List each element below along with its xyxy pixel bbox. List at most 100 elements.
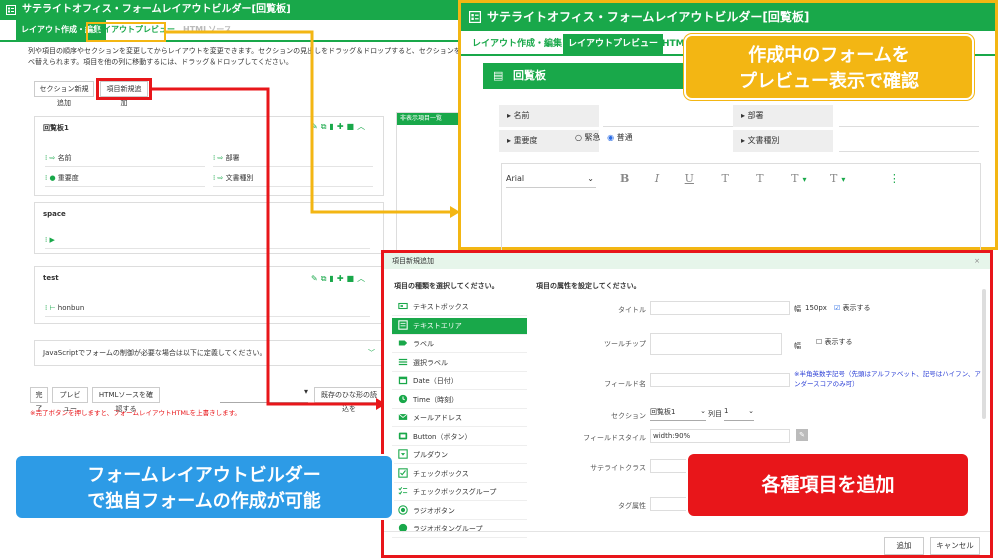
item-type-label: メールアドレス [413,414,462,422]
textbox-icon [398,302,408,310]
item-type-option[interactable]: Time（時刻） [392,392,527,409]
section-label: セクション [611,412,646,420]
column-select[interactable]: 1 ⌄ [724,407,754,421]
font-select[interactable]: Arial ⌄ [506,170,596,188]
field-name-input[interactable] [650,373,790,387]
calendar-icon [398,376,408,385]
checkbox-label: 表示する [824,338,853,346]
close-icon[interactable]: × [974,253,980,269]
cancel-button[interactable]: キャンセル [930,537,980,555]
title-label: タイトル [618,306,646,314]
bg-color-icon[interactable]: T [830,172,837,185]
class-label: サテライトクラス [590,464,646,472]
preview-title: サテライトオフィス・フォームレイアウトビルダー[回覧板] [487,10,810,24]
radio-label: 緊急 [584,133,601,142]
field-name-label: フィールド名 [604,380,646,388]
dept-input[interactable] [839,105,979,127]
builder-callout: フォームレイアウトビルダー で独自フォームの作成が可能 [14,454,394,520]
show-title-checkbox[interactable]: ☑ 表示する [834,303,871,313]
clock-icon [398,394,408,403]
item-type-option[interactable]: テキストボックス [392,299,527,316]
item-type-label: チェックボックス [413,469,469,478]
item-type-label: ラベル [413,340,434,348]
font-color-icon[interactable]: T [791,172,798,185]
column-label: 列目 [708,410,722,418]
rich-text-editor[interactable]: Arial ⌄ B I U T T T ▾ T ▾ ⋮ [501,163,981,253]
radio-normal[interactable]: ◉ 普通 [607,133,633,142]
item-type-option[interactable]: ラベル [392,336,527,353]
form-icon [469,11,481,23]
item-type-option[interactable]: 選択ラベル [392,355,527,372]
edit-style-icon[interactable]: ✎ [796,429,808,441]
list-icon [398,358,408,365]
item-type-option[interactable]: Date（日付） [392,373,527,390]
callout-line: フォームレイアウトビルダー [87,465,321,486]
dialog-scrollbar[interactable] [982,289,986,419]
item-type-option[interactable]: プルダウン [392,447,527,464]
width-value[interactable]: 150px [805,304,827,312]
item-type-option[interactable]: チェックボックス [392,466,527,483]
props-heading: 項目の属性を設定してください。 [536,282,641,290]
section-select[interactable]: 回覧板1 ⌄ [650,407,706,421]
dialog-title: 項目新規追加 [392,257,434,265]
field-label-name: ▸ 名前 [499,105,599,127]
tooltip-input[interactable] [650,333,782,355]
show-tooltip-checkbox[interactable]: ☐ 表示する [816,337,853,347]
mail-icon [398,413,408,420]
item-type-option[interactable]: Button（ボタン） [392,429,527,446]
doctype-input[interactable] [839,130,979,152]
style-input[interactable]: width:90% [650,429,790,443]
superscript-icon[interactable]: T [721,172,728,185]
form-title: 回覧板 [513,69,546,82]
underline-icon[interactable]: U [685,172,694,185]
item-type-label: Button（ボタン） [413,432,472,441]
tab-layout-edit[interactable]: レイアウト作成・編集 [467,34,567,54]
italic-icon[interactable]: I [655,172,659,185]
checkbox-icon [398,467,408,478]
label-text: 文書種別 [747,136,780,145]
item-type-option[interactable]: テキストエリア [392,317,527,335]
priority-radio-group: ○ 緊急 ◉ 普通 [575,132,633,143]
field-name-note: ※半角英数字記号（先頭はアルファベット、記号はハイフン、アンダースコアのみ可） [794,370,981,388]
item-type-label: テキストエリア [413,321,462,330]
field-label-dept: ▸ 部署 [733,105,833,127]
preview-title-bar: サテライトオフィス・フォームレイアウトビルダー[回覧板] [461,3,995,31]
tooltip-label: ツールチップ [604,340,646,348]
style-label: フィールドスタイル [583,434,646,442]
callout-line: で独自フォームの作成が可能 [87,491,321,512]
textarea-icon [398,319,408,330]
name-input[interactable] [603,105,733,127]
item-type-label: Time（時刻） [413,395,459,404]
width-label: 幅 [794,305,801,313]
dialog-footer-divider [384,531,990,532]
preview-callout: 作成中のフォームを プレビュー表示で確認 [684,34,974,100]
radio-icon [398,504,408,515]
item-type-option[interactable]: チェックボックスグループ [392,484,527,501]
radio-urgent[interactable]: ○ 緊急 [575,133,601,142]
editor-toolbar: B I U T T T ▾ T ▾ ⋮ [620,172,900,185]
subscript-icon[interactable]: T [756,172,763,185]
tag-icon [398,340,408,346]
callout-line: 各種項目を追加 [761,474,895,496]
add-button[interactable]: 追加 [884,537,924,555]
item-type-label: プルダウン [413,451,448,459]
bold-icon[interactable]: B [620,172,629,185]
tooltip-width-label: 幅 [794,342,801,350]
add-item-callout: 各種項目を追加 [686,452,970,518]
form-icon: ▤ [493,69,504,82]
label-text: 重要度 [513,136,538,145]
tag-label: タグ属性 [618,502,646,510]
checkbox-group-icon [398,486,408,495]
tab-layout-preview[interactable]: レイアウトプレビュー [563,34,664,54]
item-type-label: テキストボックス [413,303,469,311]
item-type-option[interactable]: メールアドレス [392,410,527,427]
radio-label: 普通 [616,133,633,142]
checkbox-label: 表示する [842,304,871,312]
more-icon[interactable]: ⋮ [889,172,900,185]
column-select-value: 1 [724,407,729,415]
field-label-doctype: ▸ 文書種別 [733,130,833,152]
item-type-option[interactable]: ラジオボタングループ [392,521,527,538]
pulldown-icon [398,449,408,459]
item-type-option[interactable]: ラジオボタン [392,503,527,520]
title-input[interactable] [650,301,790,315]
